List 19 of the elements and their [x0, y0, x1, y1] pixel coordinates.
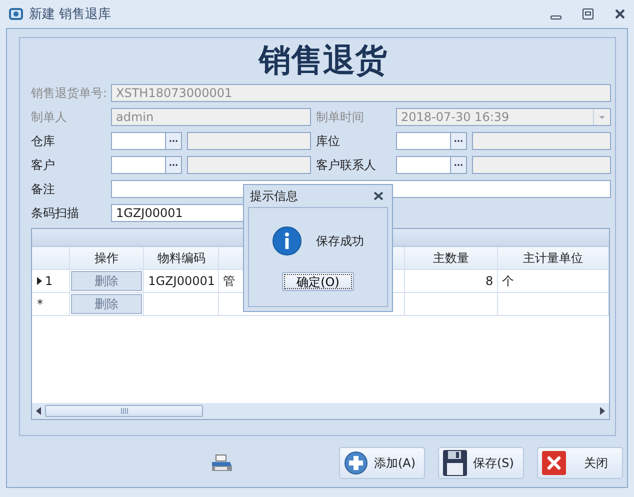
dialog-title: 提示信息	[250, 188, 298, 204]
form-title: 销售退货	[257, 40, 388, 81]
field-label: 制单时间	[316, 108, 365, 126]
row-marker: 1	[45, 274, 53, 288]
field-label: 制单人	[31, 108, 68, 126]
field-label: 备注	[31, 180, 56, 198]
table-cell: 1GZJ00001	[148, 274, 215, 288]
field-label: 条码扫描	[31, 204, 80, 222]
dialog-message: 保存成功	[316, 232, 364, 250]
table-cell: 8	[485, 274, 494, 288]
table-cell: 个	[502, 272, 514, 290]
window-title: 新建 销售退库	[29, 6, 112, 23]
field-label: 销售退货单号:	[31, 84, 108, 102]
row-marker: *	[37, 297, 43, 311]
table-cell: 管	[222, 272, 235, 290]
field-label: 仓库	[31, 132, 56, 150]
field-label: 客户	[31, 156, 56, 174]
field-label: 库位	[316, 132, 341, 150]
field-label: 客户联系人	[316, 156, 377, 174]
